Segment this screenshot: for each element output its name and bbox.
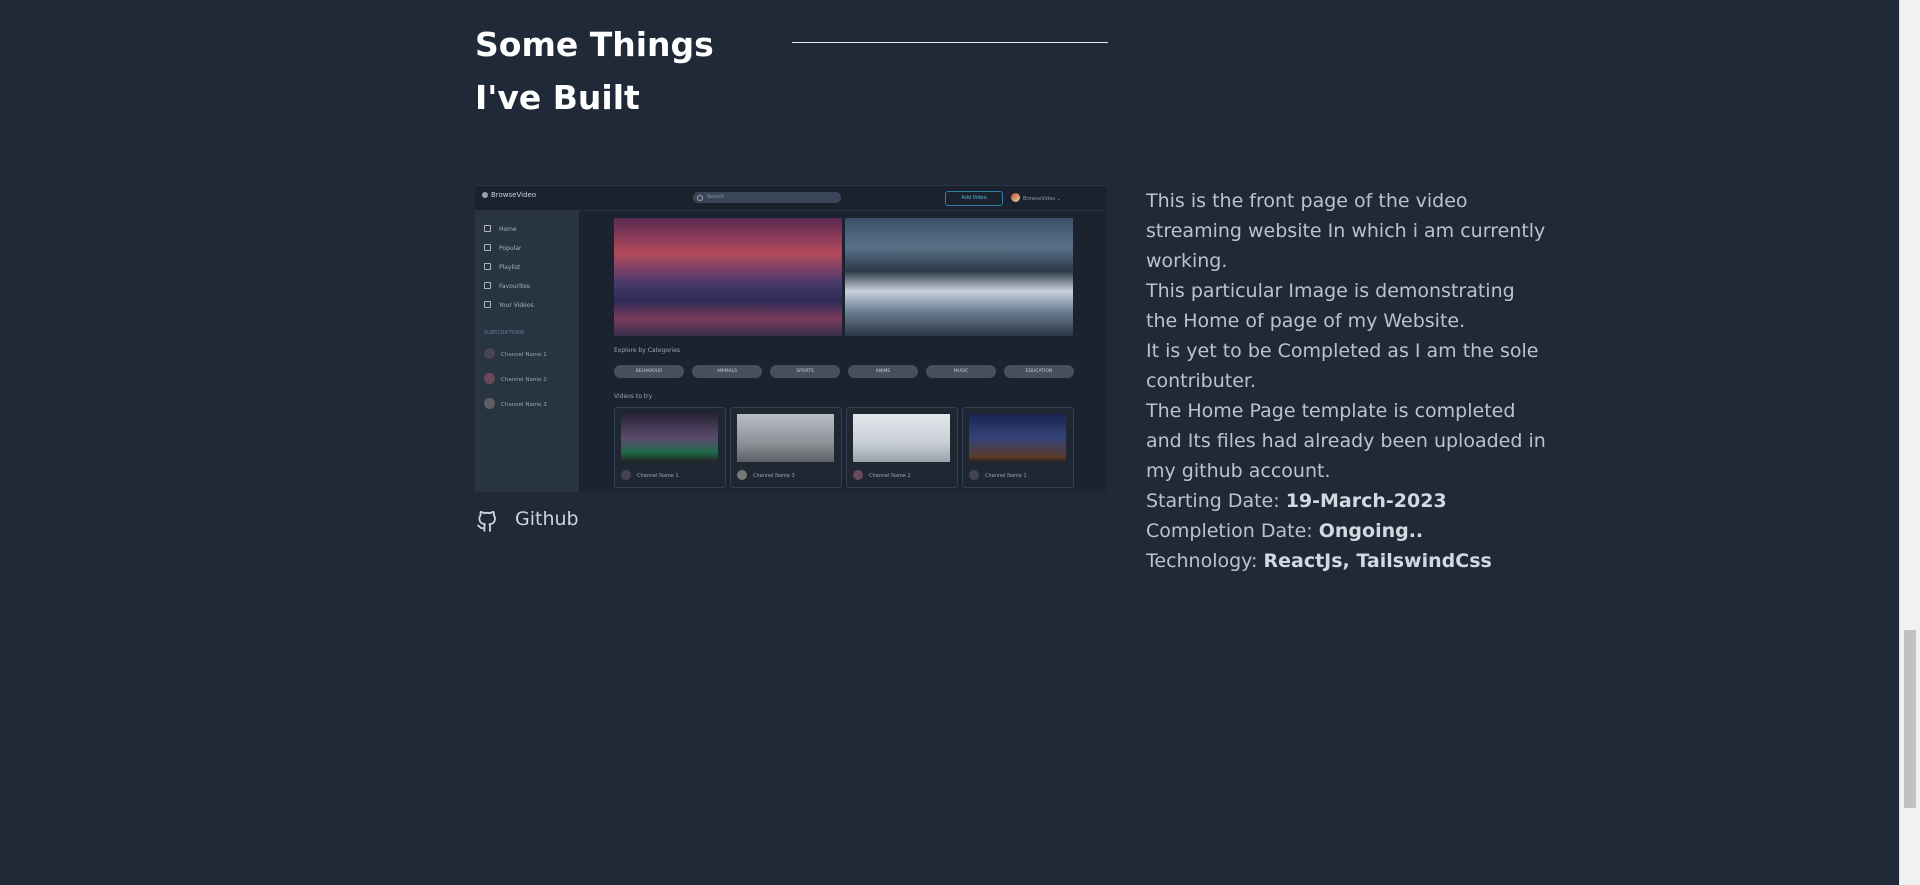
preview-channel: Channel Name 1 [484, 348, 547, 359]
preview-category-chip: SPORTS [770, 365, 840, 378]
preview-video-meta: Channel Name 1 [621, 470, 679, 480]
page-scrollbar[interactable] [1899, 0, 1920, 885]
title-divider [792, 42, 1108, 43]
github-link[interactable]: Github [475, 506, 579, 532]
preview-video-thumbnail [853, 414, 950, 462]
preview-nav-item: Home [484, 225, 517, 233]
preview-categories-title: Explore by Categories [614, 347, 681, 354]
description-line: This is the front page of the video stre… [1146, 190, 1546, 272]
preview-hero-image-lake [614, 218, 842, 336]
preview-nav-item: Your Videos [484, 301, 534, 309]
preview-video-meta: Channel Name 2 [853, 470, 911, 480]
preview-logo-icon [482, 192, 488, 198]
preview-user-name: BrowseVideo [1023, 196, 1056, 202]
preview-video-channel: Channel Name 3 [753, 473, 795, 479]
preview-video-card: Channel Name 2 [846, 407, 958, 488]
starting-date-label: Starting Date: [1146, 490, 1280, 512]
preview-videos-title: Videos to try [614, 393, 653, 400]
preview-channel-label: Channel Name 2 [501, 377, 547, 383]
preview-subscriptions-label: SUBSCRIPTIONS [484, 330, 525, 336]
preview-category-chip: ANIME [848, 365, 918, 378]
preview-nav-item: Favourites [484, 282, 530, 290]
avatar [621, 470, 631, 480]
avatar [853, 470, 863, 480]
completion-date-value: Ongoing.. [1318, 520, 1424, 542]
preview-search: Search [693, 192, 841, 203]
preview-brand: BrowseVideo [482, 191, 536, 199]
technology-row: Technology: ReactJs, TailswindCss [1146, 546, 1596, 576]
preview-video-thumbnail [737, 414, 834, 462]
preview-nav-item: Playlist [484, 263, 520, 271]
preview-video-thumbnail [621, 414, 718, 462]
preview-nav-label: Home [499, 226, 517, 233]
preview-add-button: Add Video [945, 191, 1003, 206]
preview-video-meta: Channel Name 1 [969, 470, 1027, 480]
project-description: This is the front page of the video stre… [1146, 186, 1546, 486]
preview-video-card: Channel Name 3 [730, 407, 842, 488]
playlist-icon [484, 263, 491, 270]
preview-video-channel: Channel Name 2 [869, 473, 911, 479]
preview-channel-label: Channel Name 3 [501, 402, 547, 408]
preview-user: BrowseVideo ⌄ [1011, 193, 1061, 202]
preview-nav-label: Playlist [499, 264, 521, 271]
preview-video-thumbnail [969, 414, 1066, 462]
avatar [969, 470, 979, 480]
preview-category-chip: MUSIC [926, 365, 996, 378]
project-preview-image[interactable]: BrowseVideo Search Add Video BrowseVideo… [475, 185, 1106, 492]
preview-category-chip: ANIMALS [692, 365, 762, 378]
scrollbar-thumb[interactable] [1904, 630, 1916, 808]
starting-date-row: Starting Date: 19-March-2023 [1146, 486, 1596, 516]
home-icon [484, 225, 491, 232]
preview-video-meta: Channel Name 3 [737, 470, 795, 480]
avatar [484, 373, 495, 384]
preview-avatar [1011, 193, 1020, 202]
completion-date-row: Completion Date: Ongoing.. [1146, 516, 1596, 546]
heart-icon [484, 282, 491, 289]
preview-nav-label: Favourites [499, 283, 530, 290]
preview-nav-item: Popular [484, 244, 522, 252]
technology-label: Technology: [1146, 550, 1258, 572]
preview-video-channel: Channel Name 1 [985, 473, 1027, 479]
fire-icon [484, 244, 491, 251]
preview-video-card: Channel Name 1 [614, 407, 726, 488]
preview-category-chip: BEHAVIOUR [614, 365, 684, 378]
avatar [484, 398, 495, 409]
preview-hero-image-mountain [845, 218, 1073, 336]
avatar [484, 348, 495, 359]
preview-channel: Channel Name 3 [484, 398, 547, 409]
github-icon [477, 510, 496, 532]
github-label: Github [515, 508, 579, 530]
preview-channel: Channel Name 2 [484, 373, 547, 384]
technology-value: ReactJs, TailswindCss [1263, 550, 1492, 572]
preview-sidebar: Home Popular Playlist Favourites Your Vi… [475, 210, 579, 492]
project-meta: Starting Date: 19-March-2023 Completion … [1146, 486, 1596, 576]
description-line: It is yet to be Completed as I am the so… [1146, 340, 1539, 392]
preview-nav-label: Popular [499, 245, 522, 252]
preview-video-card: Channel Name 1 [962, 407, 1074, 488]
description-line: This particular Image is demonstrating t… [1146, 280, 1515, 332]
preview-topbar: BrowseVideo Search Add Video BrowseVideo… [475, 186, 1106, 211]
section-title: Some Things I've Built [475, 25, 714, 117]
video-icon [484, 301, 491, 308]
completion-date-label: Completion Date: [1146, 520, 1313, 542]
preview-brand-label: BrowseVideo [491, 191, 537, 199]
preview-channel-label: Channel Name 1 [501, 352, 547, 358]
description-line: The Home Page template is completed and … [1146, 400, 1546, 482]
preview-nav-label: Your Videos [499, 302, 534, 309]
preview-video-channel: Channel Name 1 [637, 473, 679, 479]
starting-date-value: 19-March-2023 [1285, 490, 1447, 512]
avatar [737, 470, 747, 480]
preview-category-chip: EDUCATION [1004, 365, 1074, 378]
